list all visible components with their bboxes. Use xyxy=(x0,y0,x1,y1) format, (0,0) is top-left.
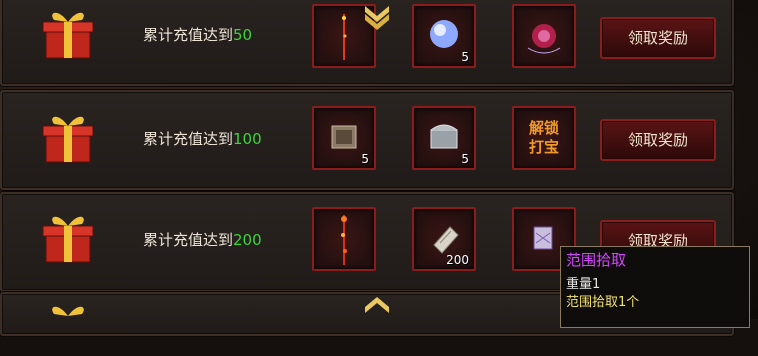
item-count: 5 xyxy=(461,152,469,166)
purple-gem-icon xyxy=(527,24,561,54)
reward-slot[interactable]: 5 xyxy=(312,106,376,170)
recharge-amount: 200 xyxy=(233,231,262,249)
item-count: 200 xyxy=(446,253,469,267)
recharge-label: 累计充值达到100 xyxy=(143,130,262,148)
chevron-down-icon xyxy=(365,6,389,30)
recharge-label: 累计充值达到200 xyxy=(143,231,262,249)
gift-box-icon xyxy=(42,12,94,59)
claim-reward-button[interactable]: 领取奖励 xyxy=(600,17,716,59)
reward-slot[interactable]: 200 xyxy=(412,207,476,271)
flame-staff-icon xyxy=(341,215,347,265)
unlock-treasure-icon: 解锁 打宝 xyxy=(528,119,559,156)
reward-slot[interactable] xyxy=(312,207,376,271)
reward-slot[interactable]: 5 xyxy=(412,4,476,68)
recharge-label: 累计充值达到50 xyxy=(143,26,253,44)
item-tooltip: 范围拾取 重量1 范围拾取1个 xyxy=(560,246,750,328)
item-count: 5 xyxy=(461,50,469,64)
tooltip-desc: 范围拾取1个 xyxy=(566,295,640,310)
item-count: 5 xyxy=(361,152,369,166)
recharge-amount: 100 xyxy=(233,130,262,148)
reward-slot[interactable]: 解锁 打宝 xyxy=(512,106,576,170)
claim-reward-button[interactable]: 领取奖励 xyxy=(600,119,716,161)
gift-box-icon xyxy=(42,216,94,263)
tooltip-weight: 重量1 xyxy=(566,277,601,292)
reward-slot[interactable] xyxy=(512,4,576,68)
recharge-amount: 50 xyxy=(233,26,253,44)
gift-box-icon xyxy=(52,306,84,316)
reward-slot[interactable]: 5 xyxy=(412,106,476,170)
gift-box-icon xyxy=(42,116,94,163)
chevron-up-icon xyxy=(365,297,389,313)
tooltip-title: 范围拾取 xyxy=(566,251,627,269)
